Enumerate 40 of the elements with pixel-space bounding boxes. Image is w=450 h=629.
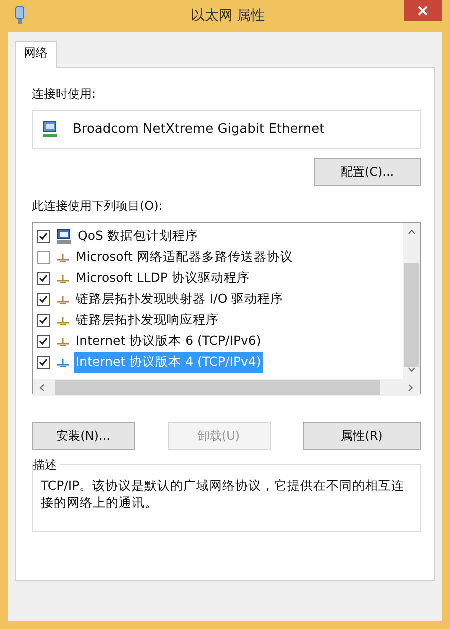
window-title: 以太网 属性 [190,7,266,25]
list-item[interactable]: 链路层拓扑发现映射器 I/O 驱动程序 [74,289,286,310]
tab[interactable]: 网络 [15,41,57,68]
action-button[interactable]: 安装(N)... [32,422,135,450]
group-title: 描述 [33,457,60,474]
scroll-left-icon [39,384,45,392]
close-button[interactable] [404,0,442,21]
horizontal-scrollbar[interactable] [33,379,420,396]
list-item[interactable]: QoS 数据包计划程序 [76,226,200,247]
checkbox[interactable] [37,293,50,306]
items-label: 此连接使用下列项目(O): [32,198,164,215]
close-icon [418,6,428,16]
checkbox[interactable] [37,356,50,369]
list-item[interactable]: Microsoft LLDP 协议驱动程序 [74,268,252,289]
scroll-down-icon [408,367,416,373]
protocol-icon [56,358,70,368]
list-item[interactable]: Microsoft 网络适配器多路传送器协议 [74,247,295,268]
scroll-up-icon [408,229,416,235]
network-card-icon [41,120,59,138]
computer-icon [56,228,72,244]
scroll-right-icon [408,384,414,392]
checkbox[interactable] [37,314,50,327]
protocol-icon [56,252,70,262]
network-adapter-icon [14,6,26,26]
list-item[interactable]: Internet 协议版本 6 (TCP/IPv6) [74,331,264,352]
protocol-icon [56,316,70,326]
protocol-icon [56,274,70,284]
configure-button[interactable]: 配置(C)... [314,158,421,186]
action-button[interactable]: 属性(R) [303,422,421,450]
description-text: TCP/IP。该协议是默认的广域网络协议，它提供在不同的相互连接的网络上的通讯。 [41,477,406,511]
adapter-name: Broadcom NetXtreme Gigabit Ethernet [73,122,325,137]
checkbox[interactable] [37,251,50,264]
checkbox[interactable] [37,335,50,348]
protocol-icon [56,294,70,304]
vertical-scrollbar[interactable] [403,223,420,379]
list-item[interactable]: 链路层拓扑发现响应程序 [74,310,221,331]
protocol-icon [56,336,70,346]
checkbox[interactable] [37,272,50,285]
connect-using-label: 连接时使用: [32,86,98,103]
checkbox[interactable] [37,230,50,243]
